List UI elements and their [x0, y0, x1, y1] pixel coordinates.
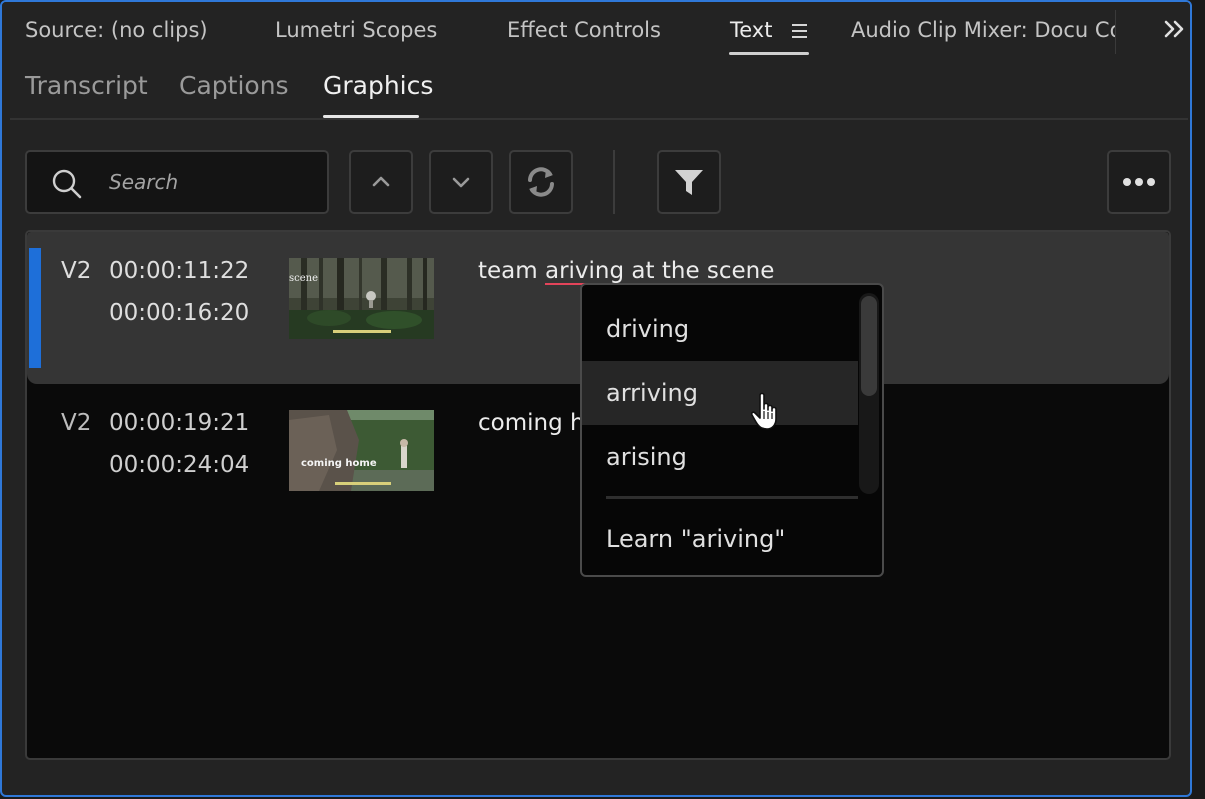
panel-tab-bar: Source: (no clips) Lumetri Scopes Effect…	[2, 2, 1190, 60]
double-chevron-right-icon[interactable]	[1160, 14, 1190, 44]
misspelled-word[interactable]: ariving	[545, 258, 624, 284]
more-button[interactable]	[1107, 150, 1171, 214]
hand-pointer-icon	[750, 392, 777, 430]
tab-effect-controls[interactable]: Effect Controls	[507, 18, 661, 42]
tab-graphics[interactable]: Graphics	[323, 71, 433, 100]
chevron-down-icon	[452, 177, 470, 188]
tab-captions[interactable]: Captions	[179, 71, 289, 100]
in-timecode: 00:00:19:21	[109, 410, 250, 436]
suggestion-arising[interactable]: arising	[582, 425, 858, 489]
filter-icon	[675, 170, 703, 195]
active-tab-underline	[729, 52, 809, 55]
clip-thumbnail: coming home	[289, 410, 434, 491]
filter-button[interactable]	[657, 150, 721, 214]
in-timecode: 00:00:11:22	[109, 258, 250, 284]
thumbnail-overlay-text: scene	[289, 273, 318, 284]
graphic-text[interactable]: coming h	[478, 410, 585, 436]
more-icon	[1123, 178, 1155, 186]
graphic-text[interactable]: team ariving at the scene	[478, 258, 774, 284]
menu-scrollbar[interactable]	[859, 293, 879, 494]
next-button[interactable]	[429, 150, 493, 214]
selection-indicator	[29, 248, 41, 368]
thumbnail-overlay-text: coming home	[301, 458, 377, 469]
suggestion-driving[interactable]: driving	[582, 297, 858, 361]
tab-lumetri-scopes[interactable]: Lumetri Scopes	[275, 18, 437, 42]
hamburger-menu-icon[interactable]	[792, 24, 807, 38]
menu-divider	[606, 496, 858, 499]
tab-audio-clip-mixer[interactable]: Audio Clip Mixer: Docu Cop	[851, 18, 1116, 42]
search-icon	[52, 169, 82, 199]
sub-tab-bar: Transcript Captions Graphics	[10, 60, 1188, 120]
search-input[interactable]	[109, 164, 314, 200]
chevron-up-icon	[372, 176, 390, 187]
tab-divider	[1115, 10, 1116, 54]
text-panel: Source: (no clips) Lumetri Scopes Effect…	[0, 0, 1192, 797]
toolbar-divider	[613, 150, 615, 214]
track-label: V2	[61, 258, 92, 284]
refresh-icon	[528, 167, 554, 197]
refresh-button[interactable]	[509, 150, 573, 214]
out-timecode: 00:00:16:20	[109, 300, 250, 326]
learn-word-item[interactable]: Learn "ariving"	[582, 507, 858, 571]
previous-button[interactable]	[349, 150, 413, 214]
spelling-suggestions-menu: driving arriving arising Learn "ariving"	[580, 283, 884, 577]
window-edge	[1192, 0, 1205, 799]
active-sub-tab-underline	[323, 115, 419, 118]
suggestion-arriving[interactable]: arriving	[582, 361, 858, 425]
out-timecode: 00:00:24:04	[109, 452, 250, 478]
search-box[interactable]	[25, 150, 329, 214]
tab-text[interactable]: Text	[730, 18, 772, 42]
clip-thumbnail: scene	[289, 258, 434, 339]
menu-scroll-thumb[interactable]	[861, 296, 877, 396]
tab-source[interactable]: Source: (no clips)	[25, 18, 208, 42]
track-label: V2	[61, 410, 92, 436]
tab-transcript[interactable]: Transcript	[25, 71, 148, 100]
